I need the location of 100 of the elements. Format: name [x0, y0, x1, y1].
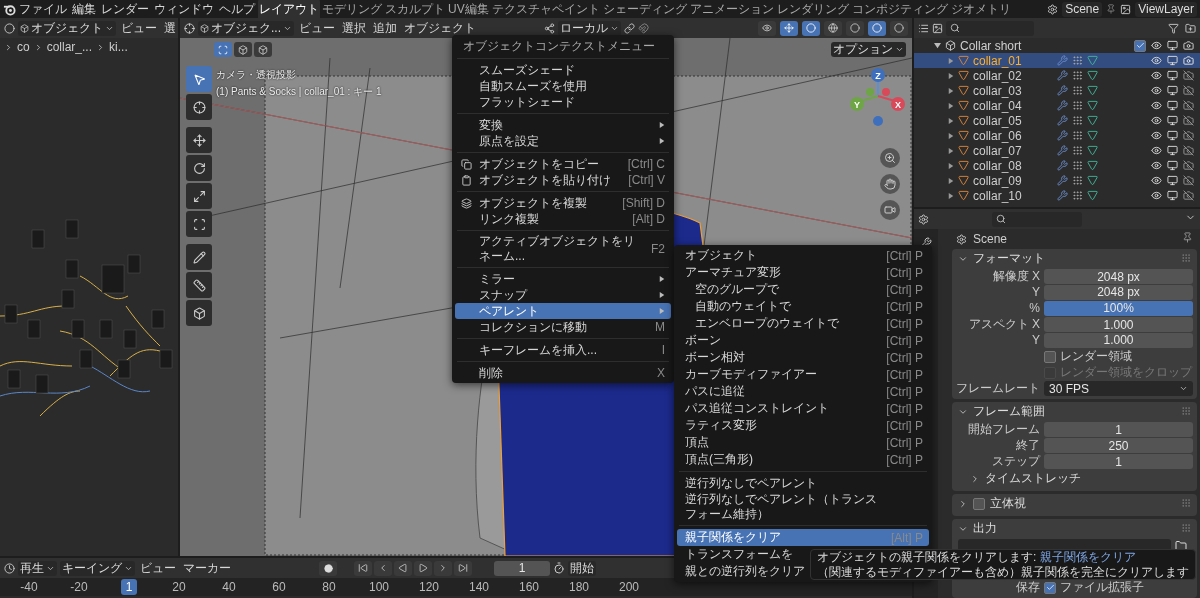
menu-item[interactable]: 追加	[371, 19, 399, 37]
chevron-right-icon[interactable]	[958, 498, 968, 509]
monitor-icon[interactable]	[1167, 40, 1178, 51]
menu-item[interactable]: 逆行列なしでペアレント（トランスフォーム維持）	[677, 492, 929, 522]
display-mode-icon[interactable]	[918, 22, 929, 34]
pin-icon[interactable]	[1182, 232, 1193, 243]
number-field[interactable]: 2048 px	[1044, 284, 1193, 300]
jump-to-start-button[interactable]	[354, 560, 372, 576]
menu-item[interactable]: ミラー	[455, 271, 671, 287]
menu-item[interactable]: ボーン相対 [Ctrl] P	[677, 349, 929, 366]
menu-item[interactable]: 頂点(三角形) [Ctrl] P	[677, 451, 929, 468]
node-card[interactable]	[27, 319, 41, 339]
tool-button[interactable]	[186, 127, 212, 153]
node-card[interactable]	[65, 259, 79, 279]
menu-dropdown[interactable]: 再生	[18, 560, 57, 576]
editor-type-icon[interactable]	[4, 562, 15, 574]
node-card[interactable]	[61, 289, 75, 309]
camera-off-icon[interactable]	[1183, 145, 1194, 156]
search-field[interactable]	[946, 20, 1034, 36]
menu-item[interactable]: ラティス変形 [Ctrl] P	[677, 417, 929, 434]
material-shading-button[interactable]	[868, 20, 886, 36]
view-layer-field[interactable]: ViewLayer	[1135, 1, 1197, 17]
menu-item[interactable]: 頂点 [Ctrl] P	[677, 434, 929, 451]
menu-item[interactable]: 自動スムーズを使用	[455, 78, 671, 94]
eye-icon[interactable]	[1151, 55, 1162, 66]
menu-item[interactable]: ボーン [Ctrl] P	[677, 332, 929, 349]
monitor-icon[interactable]	[1167, 115, 1178, 126]
expand-arrow-icon[interactable]	[948, 117, 954, 124]
outliner-row[interactable]: collar_02	[914, 68, 1200, 83]
menu-item[interactable]: 削除 X	[455, 365, 671, 381]
workspace-tab[interactable]: モデリング	[321, 0, 383, 18]
new-collection-icon[interactable]	[1185, 22, 1196, 34]
panel-title[interactable]: フォーマット	[973, 250, 1045, 267]
menu-item[interactable]: オブジェクトを貼り付け [Ctrl] V	[455, 172, 671, 188]
expand-arrow-icon[interactable]	[948, 72, 954, 79]
collapse-arrow-icon[interactable]	[934, 42, 941, 49]
menu-item[interactable]: ファイル	[17, 0, 69, 18]
expand-arrow-icon[interactable]	[948, 162, 954, 169]
expand-arrow-icon[interactable]	[948, 57, 954, 64]
menu-item[interactable]: アクティブオブジェクトをリネーム... F2	[455, 234, 671, 264]
expand-arrow-icon[interactable]	[948, 102, 954, 109]
monitor-icon[interactable]	[1167, 85, 1178, 96]
orientation-dropdown[interactable]: ローカル	[558, 20, 621, 36]
checkbox[interactable]	[973, 497, 985, 510]
menu-item[interactable]: エンベロープのウェイトで [Ctrl] P	[677, 315, 929, 332]
frame-field[interactable]: 1	[494, 560, 550, 576]
search-field[interactable]	[992, 211, 1082, 227]
tool-button[interactable]	[186, 94, 212, 120]
tool-button[interactable]	[186, 244, 212, 270]
eye-icon[interactable]	[1151, 145, 1162, 156]
node-card[interactable]	[101, 264, 125, 294]
menu-item[interactable]: フラットシェード	[455, 94, 671, 110]
dropdown-field[interactable]: 30 FPS	[1044, 381, 1193, 396]
node-card[interactable]	[71, 319, 85, 339]
menu-item[interactable]: 空のグループで [Ctrl] P	[677, 281, 929, 298]
node-card[interactable]	[117, 359, 131, 379]
select-mode-button[interactable]	[214, 42, 232, 57]
menu-item[interactable]: 逆行列なしでペアレント	[677, 475, 929, 492]
drag-handle-icon[interactable]	[1181, 522, 1191, 533]
node-card[interactable]	[127, 254, 141, 274]
select-mode-button[interactable]	[254, 42, 272, 57]
mode-dropdown[interactable]: オブジェク...	[198, 20, 294, 36]
tool-button[interactable]	[186, 155, 212, 181]
expand-arrow-icon[interactable]	[948, 147, 954, 154]
editor-type-icon[interactable]	[184, 22, 195, 34]
camera-icon[interactable]	[1183, 55, 1194, 66]
workspace-tab[interactable]: UV編集	[447, 0, 490, 18]
expand-arrow-icon[interactable]	[948, 87, 954, 94]
filter-icon[interactable]	[1168, 22, 1179, 34]
node-card[interactable]	[35, 374, 49, 394]
subpanel-title[interactable]: タイムストレッチ	[985, 470, 1081, 487]
editor-type-icon[interactable]	[4, 22, 15, 34]
camera-off-icon[interactable]	[1183, 70, 1194, 81]
workspace-tab[interactable]: レンダリング	[775, 0, 850, 18]
start-field[interactable]: 開始	[568, 560, 596, 576]
outliner-row[interactable]: collar_10	[914, 188, 1200, 203]
expand-arrow-icon[interactable]	[948, 132, 954, 139]
eye-icon[interactable]	[1151, 160, 1162, 171]
node-card[interactable]	[159, 349, 173, 369]
menu-item[interactable]: スナップ	[455, 287, 671, 303]
menu-item[interactable]: 変換	[455, 117, 671, 133]
menu-item[interactable]: オブジェクト [Ctrl] P	[677, 247, 929, 264]
eye-icon[interactable]	[1151, 175, 1162, 186]
node-card[interactable]	[65, 219, 79, 239]
wireframe-shading-button[interactable]	[824, 20, 842, 36]
editor-type-icon[interactable]	[918, 213, 929, 225]
eye-icon[interactable]	[1151, 130, 1162, 141]
eye-icon[interactable]	[1151, 85, 1162, 96]
eye-icon[interactable]	[1151, 70, 1162, 81]
number-field[interactable]: 1.000	[1044, 317, 1193, 332]
workspace-tab[interactable]: シェーディング	[601, 0, 688, 18]
monitor-icon[interactable]	[1167, 70, 1178, 81]
checkbox[interactable]	[1134, 39, 1146, 52]
number-field[interactable]: 1	[1044, 454, 1193, 469]
menu-dropdown[interactable]: キーイング	[60, 560, 135, 576]
menu-item[interactable]: パス追従コンストレイント [Ctrl] P	[677, 400, 929, 417]
jump-to-end-button[interactable]	[454, 560, 472, 576]
number-field[interactable]: 2048 px	[1044, 269, 1193, 284]
menu-item[interactable]: コレクションに移動 M	[455, 319, 671, 335]
number-field[interactable]: 1	[1044, 422, 1193, 437]
